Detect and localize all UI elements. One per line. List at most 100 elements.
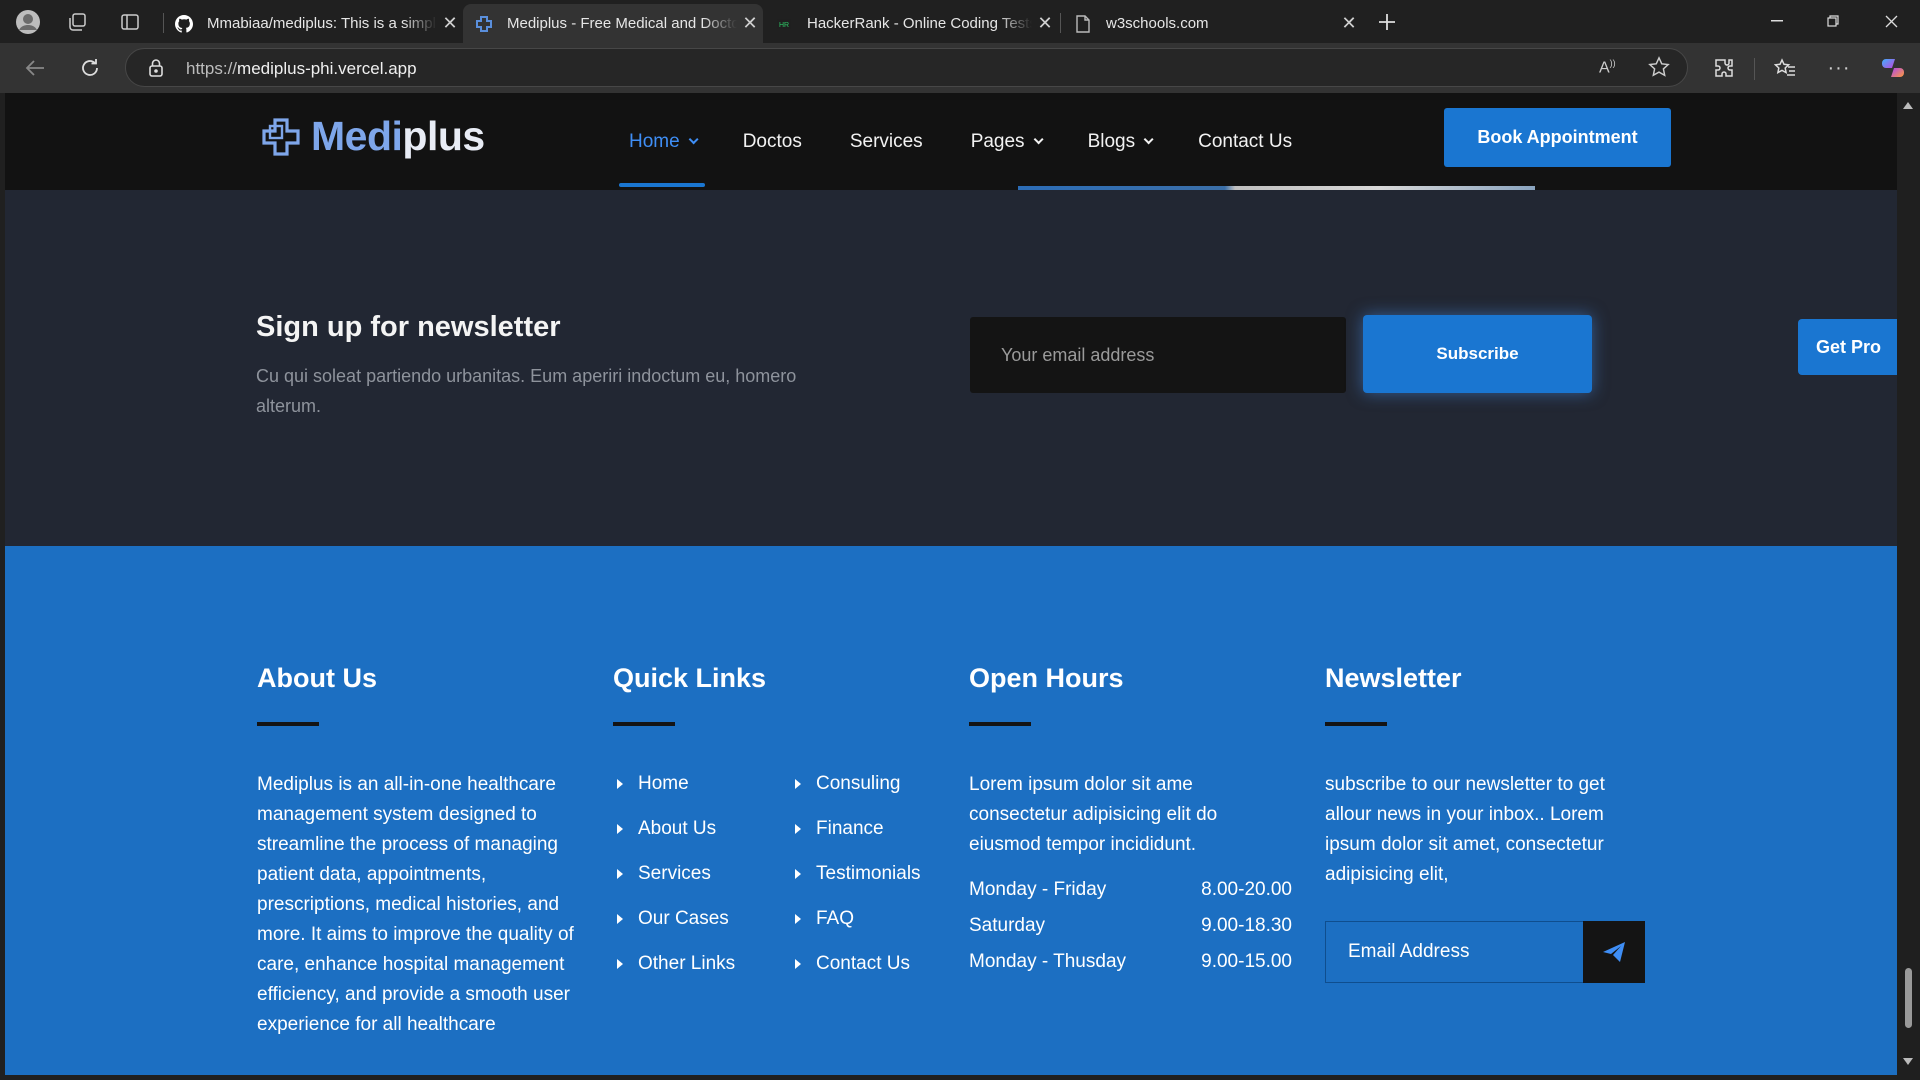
book-appointment-button[interactable]: Book Appointment	[1444, 108, 1671, 167]
link-label: Contact Us	[816, 953, 910, 974]
site-logo[interactable]: Mediplus	[261, 113, 485, 160]
nav-pages[interactable]: Pages	[947, 93, 1064, 190]
quick-link-contact[interactable]: Contact Us	[795, 953, 910, 975]
vertical-tabs-icon[interactable]	[115, 7, 145, 37]
close-tab-icon[interactable]: ✕	[437, 13, 463, 34]
caret-right-icon	[617, 824, 623, 834]
browser-tab-bar: Mmabiaa/mediplus: This is a simple ✕ Med…	[0, 0, 1920, 43]
caret-right-icon	[795, 869, 801, 879]
new-tab-icon[interactable]	[1372, 7, 1402, 37]
close-tab-icon[interactable]: ✕	[1336, 13, 1362, 34]
hours-row: Monday - Thusday 9.00-15.00	[969, 951, 1292, 973]
subscribe-button[interactable]: Subscribe	[1363, 315, 1592, 393]
hours-row: Monday - Friday 8.00-20.00	[969, 879, 1292, 901]
quick-link-finance[interactable]: Finance	[795, 818, 884, 840]
quick-link-about[interactable]: About Us	[617, 818, 716, 840]
site-header: Mediplus Home Doctos Services Pages Blog…	[5, 93, 1897, 190]
minimize-icon[interactable]	[1757, 6, 1797, 36]
address-bar[interactable]: https://mediplus-phi.vercel.app A))	[125, 48, 1688, 87]
newsletter-email-input[interactable]	[970, 317, 1346, 393]
read-aloud-icon[interactable]: A))	[1599, 58, 1616, 77]
workspaces-icon[interactable]	[62, 7, 92, 37]
close-window-icon[interactable]	[1871, 6, 1911, 36]
copilot-icon[interactable]	[1878, 53, 1908, 83]
hours-time: 8.00-20.00	[1201, 879, 1292, 900]
chevron-down-icon	[1143, 134, 1154, 145]
favorites-icon[interactable]	[1770, 53, 1800, 83]
link-label: Other Links	[638, 953, 736, 974]
nav-label: Home	[629, 130, 680, 152]
footer-open-hours-title: Open Hours	[969, 663, 1124, 693]
close-tab-icon[interactable]: ✕	[1032, 13, 1058, 34]
github-icon	[175, 14, 193, 33]
caret-right-icon	[617, 869, 623, 879]
page-scrollbar[interactable]	[1897, 93, 1920, 1080]
caret-right-icon	[617, 914, 623, 924]
scrollbar-thumb[interactable]	[1905, 968, 1912, 1028]
link-label: About Us	[638, 818, 717, 839]
heading-underline	[1325, 722, 1387, 726]
hackerrank-icon: HR	[775, 15, 793, 33]
link-label: Services	[638, 863, 711, 884]
close-tab-icon[interactable]: ✕	[737, 13, 763, 34]
heading-underline	[257, 722, 319, 726]
footer-quick-links-title: Quick Links	[613, 663, 767, 693]
get-pro-button[interactable]: Get Pro	[1798, 319, 1897, 375]
lock-icon[interactable]	[148, 58, 164, 82]
url-host: mediplus-phi.vercel.app	[237, 59, 417, 78]
tab-w3schools[interactable]: w3schools.com ✕	[1062, 4, 1362, 43]
caret-right-icon	[795, 824, 801, 834]
caret-right-icon	[795, 779, 801, 789]
quick-link-consuling[interactable]: Consuling	[795, 773, 901, 795]
hours-time: 9.00-15.00	[1201, 951, 1292, 972]
nav-home[interactable]: Home	[605, 93, 719, 190]
nav-contact[interactable]: Contact Us	[1174, 93, 1316, 190]
extensions-icon[interactable]	[1709, 53, 1739, 83]
hero-image-edge	[1018, 186, 1535, 190]
quick-link-testimonials[interactable]: Testimonials	[795, 863, 921, 885]
link-label: Consuling	[816, 773, 901, 794]
tab-hackerrank[interactable]: HR HackerRank - Online Coding Tests ✕	[763, 4, 1058, 43]
footer-newsletter-text: subscribe to our newsletter to get allou…	[1325, 774, 1605, 885]
logo-text: Mediplus	[311, 113, 485, 159]
link-label: Home	[638, 773, 689, 794]
caret-right-icon	[617, 779, 623, 789]
refresh-icon[interactable]	[75, 53, 105, 83]
scroll-up-arrow-icon[interactable]	[1903, 102, 1913, 109]
restore-icon[interactable]	[1813, 6, 1853, 36]
quick-link-services[interactable]: Services	[617, 863, 711, 885]
nav-label: Pages	[970, 130, 1025, 152]
back-icon[interactable]	[20, 53, 50, 83]
more-options-icon[interactable]: ···	[1824, 53, 1854, 83]
nav-blogs[interactable]: Blogs	[1064, 93, 1175, 190]
link-label: FAQ	[816, 908, 855, 929]
main-nav: Home Doctos Services Pages Blogs Contact…	[605, 93, 1316, 190]
profile-avatar-icon[interactable]	[13, 7, 43, 37]
nav-services[interactable]: Services	[826, 93, 947, 190]
caret-right-icon	[795, 914, 801, 924]
newsletter-description: Cu qui soleat partiendo urbanitas. Eum a…	[256, 366, 797, 416]
caret-right-icon	[617, 959, 623, 969]
footer-email-input[interactable]	[1325, 921, 1583, 983]
mediplus-favicon-icon	[475, 15, 493, 33]
link-label: Testimonials	[816, 863, 921, 884]
nav-doctors[interactable]: Doctos	[719, 93, 826, 190]
chevron-down-icon	[688, 134, 699, 145]
footer-about-title: About Us	[257, 663, 377, 693]
logo-cross-icon	[262, 117, 300, 156]
hours-day: Monday - Thusday	[969, 951, 1127, 972]
url-scheme: https://	[186, 59, 238, 78]
quick-link-home[interactable]: Home	[617, 773, 689, 795]
quick-link-faq[interactable]: FAQ	[795, 908, 854, 930]
scroll-down-arrow-icon[interactable]	[1903, 1058, 1913, 1065]
favorite-star-icon[interactable]	[1648, 56, 1670, 83]
send-button[interactable]	[1583, 921, 1645, 983]
site-footer: About Us Mediplus is an all-in-one healt…	[5, 546, 1897, 1075]
heading-underline	[613, 722, 675, 726]
nav-label: Blogs	[1087, 130, 1136, 152]
tab-github[interactable]: Mmabiaa/mediplus: This is a simple ✕	[163, 4, 463, 43]
tab-mediplus[interactable]: Mediplus - Free Medical and Doctor ✕	[463, 4, 763, 43]
newsletter-title: Sign up for newsletter	[256, 311, 561, 343]
quick-link-our-cases[interactable]: Our Cases	[617, 908, 729, 930]
quick-link-other[interactable]: Other Links	[617, 953, 735, 975]
